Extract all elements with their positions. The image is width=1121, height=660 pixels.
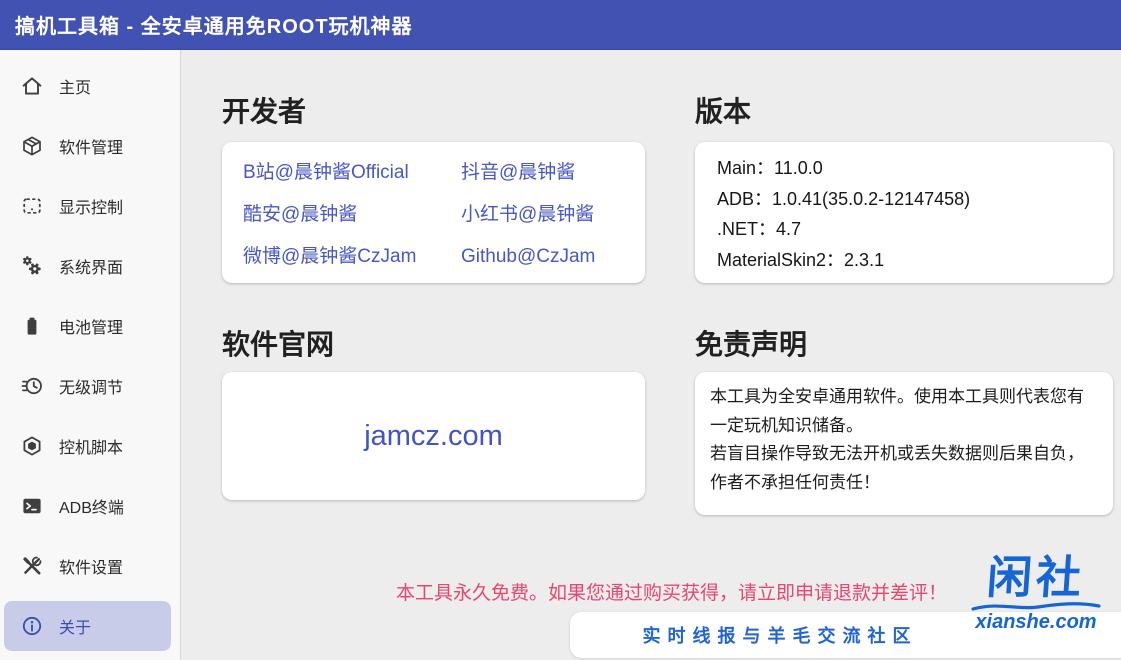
battery-icon (20, 314, 44, 338)
link-coolapk[interactable]: 酷安@晨钟酱 (243, 194, 461, 236)
home-icon (20, 74, 44, 98)
version-value: 4.7 (776, 219, 801, 239)
hexagon-icon (20, 434, 44, 458)
package-icon (20, 134, 44, 158)
sidebar-item-display-control[interactable]: 显示控制 (0, 181, 180, 231)
link-github[interactable]: Github@CzJam (461, 236, 645, 278)
sidebar-item-label: 主页 (59, 74, 91, 98)
version-card: Main：11.0.0 ADB：1.0.41(35.0.2-12147458) … (695, 142, 1113, 283)
titlebar[interactable]: 搞机工具箱 - 全安卓通用免ROOT玩机神器 (0, 0, 1121, 50)
sidebar-item-control-script[interactable]: 控机脚本 (0, 421, 180, 471)
version-separator: ： (758, 219, 776, 239)
sidebar-item-label: 电池管理 (59, 314, 123, 338)
sidebar-item-label: ADB终端 (59, 494, 124, 518)
gears-icon (20, 254, 44, 278)
sidebar-item-app-manage[interactable]: 软件管理 (0, 121, 180, 171)
link-weibo[interactable]: 微博@晨钟酱CzJam (243, 236, 461, 278)
version-row: .NET：4.7 (717, 214, 1113, 245)
version-row: MaterialSkin2：2.3.1 (717, 245, 1113, 276)
version-row: Main：11.0.0 (717, 153, 1113, 184)
link-douyin[interactable]: 抖音@晨钟酱 (461, 152, 645, 194)
version-heading: 版本 (695, 95, 751, 129)
website-heading: 软件官网 (222, 328, 334, 362)
sidebar-item-battery[interactable]: 电池管理 (0, 301, 180, 351)
version-separator: ： (826, 250, 844, 270)
disclaimer-card: 本工具为全安卓通用软件。使用本工具则代表您有一定玩机知识储备。 若盲目操作导致无… (695, 372, 1113, 515)
disclaimer-paragraph: 若盲目操作导致无法开机或丢失数据则后果自负，作者不承担任何责任！ (710, 440, 1098, 497)
disclaimer-paragraph: 本工具为全安卓通用软件。使用本工具则代表您有一定玩机知识储备。 (710, 383, 1098, 440)
xianshe-logo[interactable]: 闲社 xianshe.com (965, 553, 1107, 634)
xianshe-logo-text: 闲社 (963, 553, 1109, 603)
app-window: 搞机工具箱 - 全安卓通用免ROOT玩机神器 主页 软件管理 显示控制 (0, 0, 1121, 660)
sidebar-item-label: 软件设置 (59, 554, 123, 578)
developer-card: B站@晨钟酱Official 抖音@晨钟酱 酷安@晨钟酱 小红书@晨钟酱 微博@… (222, 142, 645, 283)
version-separator: ： (754, 189, 772, 209)
sidebar-item-system-ui[interactable]: 系统界面 (0, 241, 180, 291)
developer-links: B站@晨钟酱Official 抖音@晨钟酱 酷安@晨钟酱 小红书@晨钟酱 微博@… (243, 152, 645, 278)
sidebar-item-label: 无级调节 (59, 374, 123, 398)
sidebar-item-label: 显示控制 (59, 194, 123, 218)
link-bilibili[interactable]: B站@晨钟酱Official (243, 152, 461, 194)
info-icon (20, 614, 44, 638)
version-value: 2.3.1 (844, 250, 884, 270)
website-card: jamcz.com (222, 372, 645, 500)
version-separator: ： (756, 158, 774, 178)
about-page: 开发者 B站@晨钟酱Official 抖音@晨钟酱 酷安@晨钟酱 小红书@晨钟酱… (181, 50, 1121, 660)
timer-icon (20, 374, 44, 398)
version-label: .NET (717, 219, 758, 239)
version-label: Main (717, 158, 756, 178)
sidebar-item-app-settings[interactable]: 软件设置 (0, 541, 180, 591)
disclaimer-heading: 免责声明 (695, 328, 807, 362)
version-value: 1.0.41(35.0.2-12147458) (772, 189, 970, 209)
version-label: ADB (717, 189, 754, 209)
sidebar-item-label: 软件管理 (59, 134, 123, 158)
sidebar-item-label: 系统界面 (59, 254, 123, 278)
sidebar-item-label: 控机脚本 (59, 434, 123, 458)
official-site-link[interactable]: jamcz.com (364, 420, 503, 453)
xianshe-domain-text: xianshe.com (965, 611, 1107, 634)
window-title: 搞机工具箱 - 全安卓通用免ROOT玩机神器 (15, 10, 413, 39)
sidebar-item-about[interactable]: 关于 (4, 601, 171, 651)
tools-icon (20, 554, 44, 578)
version-row: ADB：1.0.41(35.0.2-12147458) (717, 184, 1113, 215)
community-link[interactable]: 实时线报与羊毛交流社区 (570, 622, 990, 648)
sidebar-item-label: 关于 (59, 614, 91, 638)
sidebar: 主页 软件管理 显示控制 系统界面 电池管理 (0, 50, 181, 660)
terminal-icon (20, 494, 44, 518)
display-icon (20, 194, 44, 218)
sidebar-item-home[interactable]: 主页 (0, 61, 180, 111)
version-label: MaterialSkin2 (717, 250, 826, 270)
link-xiaohongshu[interactable]: 小红书@晨钟酱 (461, 194, 645, 236)
version-value: 11.0.0 (774, 158, 823, 178)
sidebar-item-stepless-adjust[interactable]: 无级调节 (0, 361, 180, 411)
developer-heading: 开发者 (222, 95, 306, 129)
sidebar-item-adb-terminal[interactable]: ADB终端 (0, 481, 180, 531)
